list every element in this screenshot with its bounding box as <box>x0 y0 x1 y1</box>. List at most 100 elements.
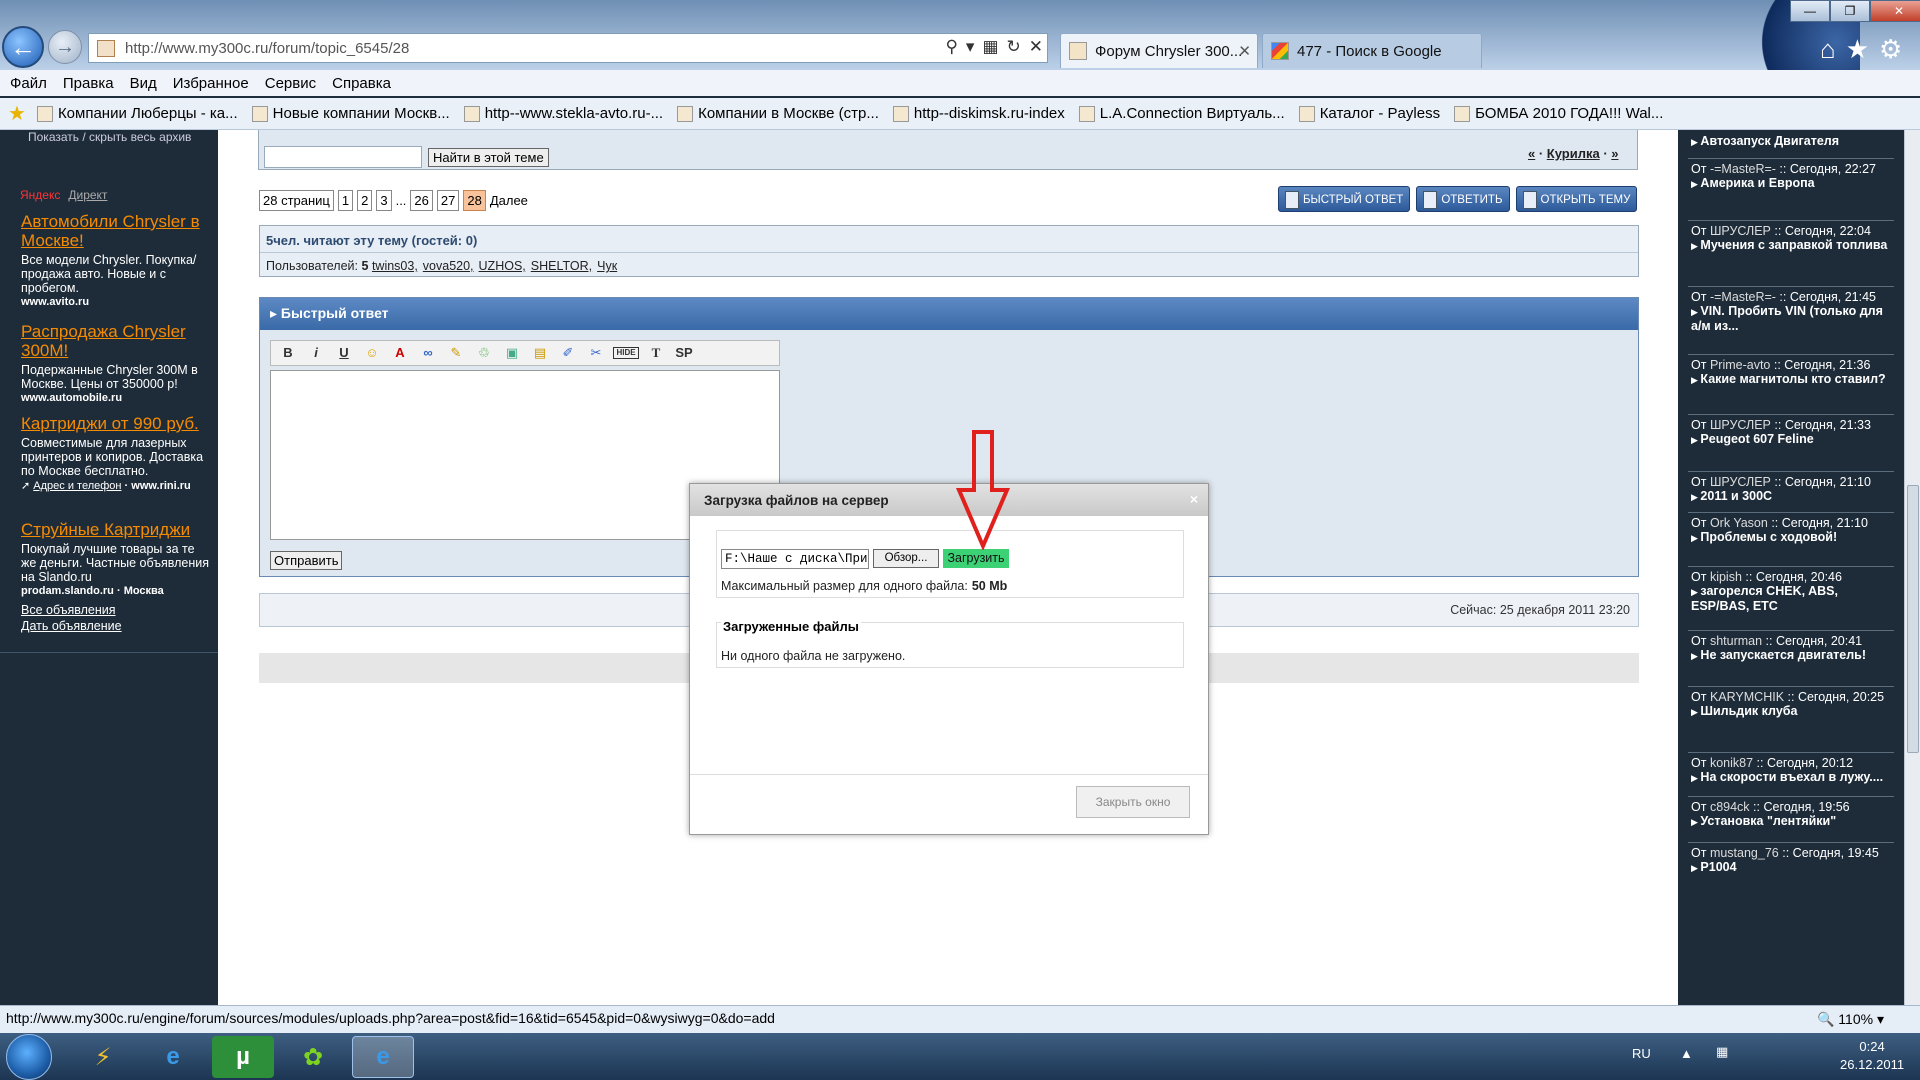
topic-link[interactable]: ▶ Шильдик клуба <box>1691 704 1891 719</box>
topic-link[interactable]: ▶ Какие магнитолы кто ставил? <box>1691 372 1891 387</box>
favorites-star-icon[interactable]: ★ <box>1846 34 1869 65</box>
back-button[interactable]: ← <box>2 26 44 68</box>
browse-button[interactable]: Обзор... <box>873 549 939 568</box>
favorite-item[interactable]: L.A.Connection Виртуаль... <box>1076 105 1288 122</box>
start-button[interactable] <box>6 1034 52 1080</box>
ad-title[interactable]: Струйные Картриджи <box>21 520 213 539</box>
winamp-icon[interactable]: ⚡ <box>72 1036 134 1078</box>
compat-view-icon[interactable]: ▦ <box>982 37 998 57</box>
ie-pinned-icon[interactable]: e <box>142 1036 204 1078</box>
text-button[interactable]: T <box>645 343 667 363</box>
recycle-icon[interactable]: ♲ <box>473 343 495 363</box>
topic-search-input[interactable] <box>264 146 422 168</box>
post-author-link[interactable]: mustang_76 <box>1710 846 1779 860</box>
post-author-link[interactable]: -=MasteR=- <box>1710 290 1776 304</box>
post-ad-link[interactable]: Дать объявление <box>21 619 213 633</box>
search-icon[interactable]: ⚲ <box>945 37 957 57</box>
zoom-level[interactable]: 🔍 110% ▾ <box>1817 1011 1884 1028</box>
ad-title[interactable]: Автомобили Chrysler в Москве! <box>21 212 213 250</box>
section-link[interactable]: Курилка <box>1547 146 1600 161</box>
close-icon[interactable]: × <box>1190 491 1198 507</box>
minimize-button[interactable]: — <box>1790 0 1830 22</box>
image-icon[interactable]: ▣ <box>501 343 523 363</box>
forward-button[interactable]: → <box>48 30 82 64</box>
maximize-button[interactable]: ❐ <box>1830 0 1870 22</box>
topic-link[interactable]: ▶ 2011 и 300C <box>1691 489 1891 504</box>
refresh-icon[interactable]: ↻ <box>1007 37 1021 57</box>
post-author-link[interactable]: shturman <box>1710 634 1762 648</box>
quick-reply-button[interactable]: БЫСТРЫЙ ОТВЕТ <box>1278 186 1411 212</box>
page-link[interactable]: 1 <box>337 190 354 211</box>
post-author-link[interactable]: ШРУСЛЕР <box>1710 475 1771 489</box>
close-window-button[interactable]: Закрыть окно <box>1076 786 1190 818</box>
user-link[interactable]: UZHOS, <box>479 259 526 273</box>
topic-link[interactable]: ▶ Мучения с заправкой топлива <box>1691 238 1891 253</box>
favorite-item[interactable]: Компании в Москве (стр... <box>674 105 882 122</box>
favorite-item[interactable]: Компании Люберцы - ка... <box>34 105 241 122</box>
topic-link[interactable]: ▶ P1004 <box>1691 860 1891 875</box>
ie-active-window[interactable]: e <box>352 1036 414 1078</box>
ad-url[interactable]: prodam.slando.ru <box>21 585 114 597</box>
address-bar[interactable]: http://www.my300c.ru/forum/topic_6545/28… <box>88 33 1048 63</box>
topic-link[interactable]: ▶ Установка "лентяйки" <box>1691 814 1891 829</box>
favorite-item[interactable]: http--www.stekla-avto.ru-... <box>461 105 666 122</box>
prev-topic-link[interactable]: « <box>1528 146 1535 161</box>
close-window-button[interactable]: ✕ <box>1870 0 1920 22</box>
page-count[interactable]: 28 страниц <box>259 190 334 211</box>
close-tab-icon[interactable]: ✕ <box>1238 42 1251 60</box>
send-button[interactable]: Отправить <box>270 551 343 570</box>
folder-icon[interactable]: ▤ <box>529 343 551 363</box>
menu-edit[interactable]: Правка <box>63 75 114 92</box>
dropdown-icon[interactable]: ▾ <box>966 37 975 57</box>
topic-link[interactable]: ▶ Америка и Европа <box>1691 176 1891 191</box>
favorite-item[interactable]: БОМБА 2010 ГОДА!!! Wal... <box>1451 105 1666 122</box>
underline-button[interactable]: U <box>333 343 355 363</box>
stop-icon[interactable]: ✕ <box>1029 37 1043 57</box>
spoiler-button[interactable]: SP <box>673 343 695 363</box>
reply-button[interactable]: ОТВЕТИТЬ <box>1416 186 1510 212</box>
edit-icon[interactable]: ✎ <box>445 343 467 363</box>
topic-link[interactable]: ▶ Не запускается двигатель! <box>1691 648 1891 663</box>
tray-expand-icon[interactable]: ▲ <box>1680 1046 1693 1061</box>
menu-view[interactable]: Вид <box>130 75 157 92</box>
topic-link[interactable]: ▶ Проблемы с ходовой! <box>1691 530 1891 545</box>
language-indicator[interactable]: RU <box>1632 1046 1651 1061</box>
address-url[interactable]: http://www.my300c.ru/forum/topic_6545/28 <box>125 40 409 57</box>
utorrent-icon[interactable]: µ <box>212 1036 274 1078</box>
topic-link[interactable]: ▶ Автозапуск Двигателя <box>1691 134 1891 149</box>
all-ads-link[interactable]: Все объявления <box>21 603 213 617</box>
post-author-link[interactable]: -=MasteR=- <box>1710 162 1776 176</box>
bold-button[interactable]: B <box>277 343 299 363</box>
page-link[interactable]: 27 <box>436 190 460 211</box>
ad-title[interactable]: Распродажа Chrysler 300M! <box>21 322 213 360</box>
scrollbar-thumb[interactable] <box>1907 485 1919 753</box>
topic-link[interactable]: ▶ VIN. Пробить VIN (только для а/м из... <box>1691 304 1891 333</box>
menu-favorites[interactable]: Избранное <box>173 75 249 92</box>
ad-url[interactable]: www.rini.ru <box>131 480 191 492</box>
tab-forum[interactable]: Форум Chrysler 300... ✕ <box>1060 33 1258 68</box>
tab-google[interactable]: 477 - Поиск в Google <box>1262 33 1482 68</box>
link-icon[interactable]: ∞ <box>417 343 439 363</box>
favorites-star-icon[interactable]: ★ <box>8 101 26 126</box>
favorite-item[interactable]: Новые компании Москв... <box>249 105 453 122</box>
gear-icon[interactable]: ⚙ <box>1879 34 1902 65</box>
home-icon[interactable]: ⌂ <box>1820 34 1836 65</box>
new-topic-button[interactable]: ОТКРЫТЬ ТЕМУ <box>1515 186 1638 212</box>
font-color-icon[interactable]: A <box>389 343 411 363</box>
scissors-icon[interactable]: ✂ <box>585 343 607 363</box>
topic-link[interactable]: ▶ загорелся CHEK, ABS, ESP/BAS, ETC <box>1691 584 1891 613</box>
page-link[interactable]: 2 <box>357 190 373 211</box>
next-page-link[interactable]: Далее <box>490 193 528 208</box>
ad-address-link[interactable]: Адрес и телефон <box>33 480 121 492</box>
smiley-icon[interactable]: ☺ <box>361 343 383 363</box>
ad-title[interactable]: Картриджи от 990 руб. <box>21 414 213 433</box>
clock[interactable]: 0:24 26.12.2011 <box>1840 1038 1904 1074</box>
post-author-link[interactable]: ШРУСЛЕР <box>1710 224 1771 238</box>
post-author-link[interactable]: konik87 <box>1710 756 1753 770</box>
post-author-link[interactable]: Prime-avto <box>1710 358 1770 372</box>
page-link[interactable]: 3 <box>376 190 392 211</box>
archive-toggle-link[interactable]: Показать / скрыть весь архив <box>28 130 191 144</box>
network-icon[interactable]: ▦ <box>1716 1044 1728 1060</box>
menu-help[interactable]: Справка <box>332 75 391 92</box>
hide-button[interactable]: HIDE <box>613 347 639 359</box>
